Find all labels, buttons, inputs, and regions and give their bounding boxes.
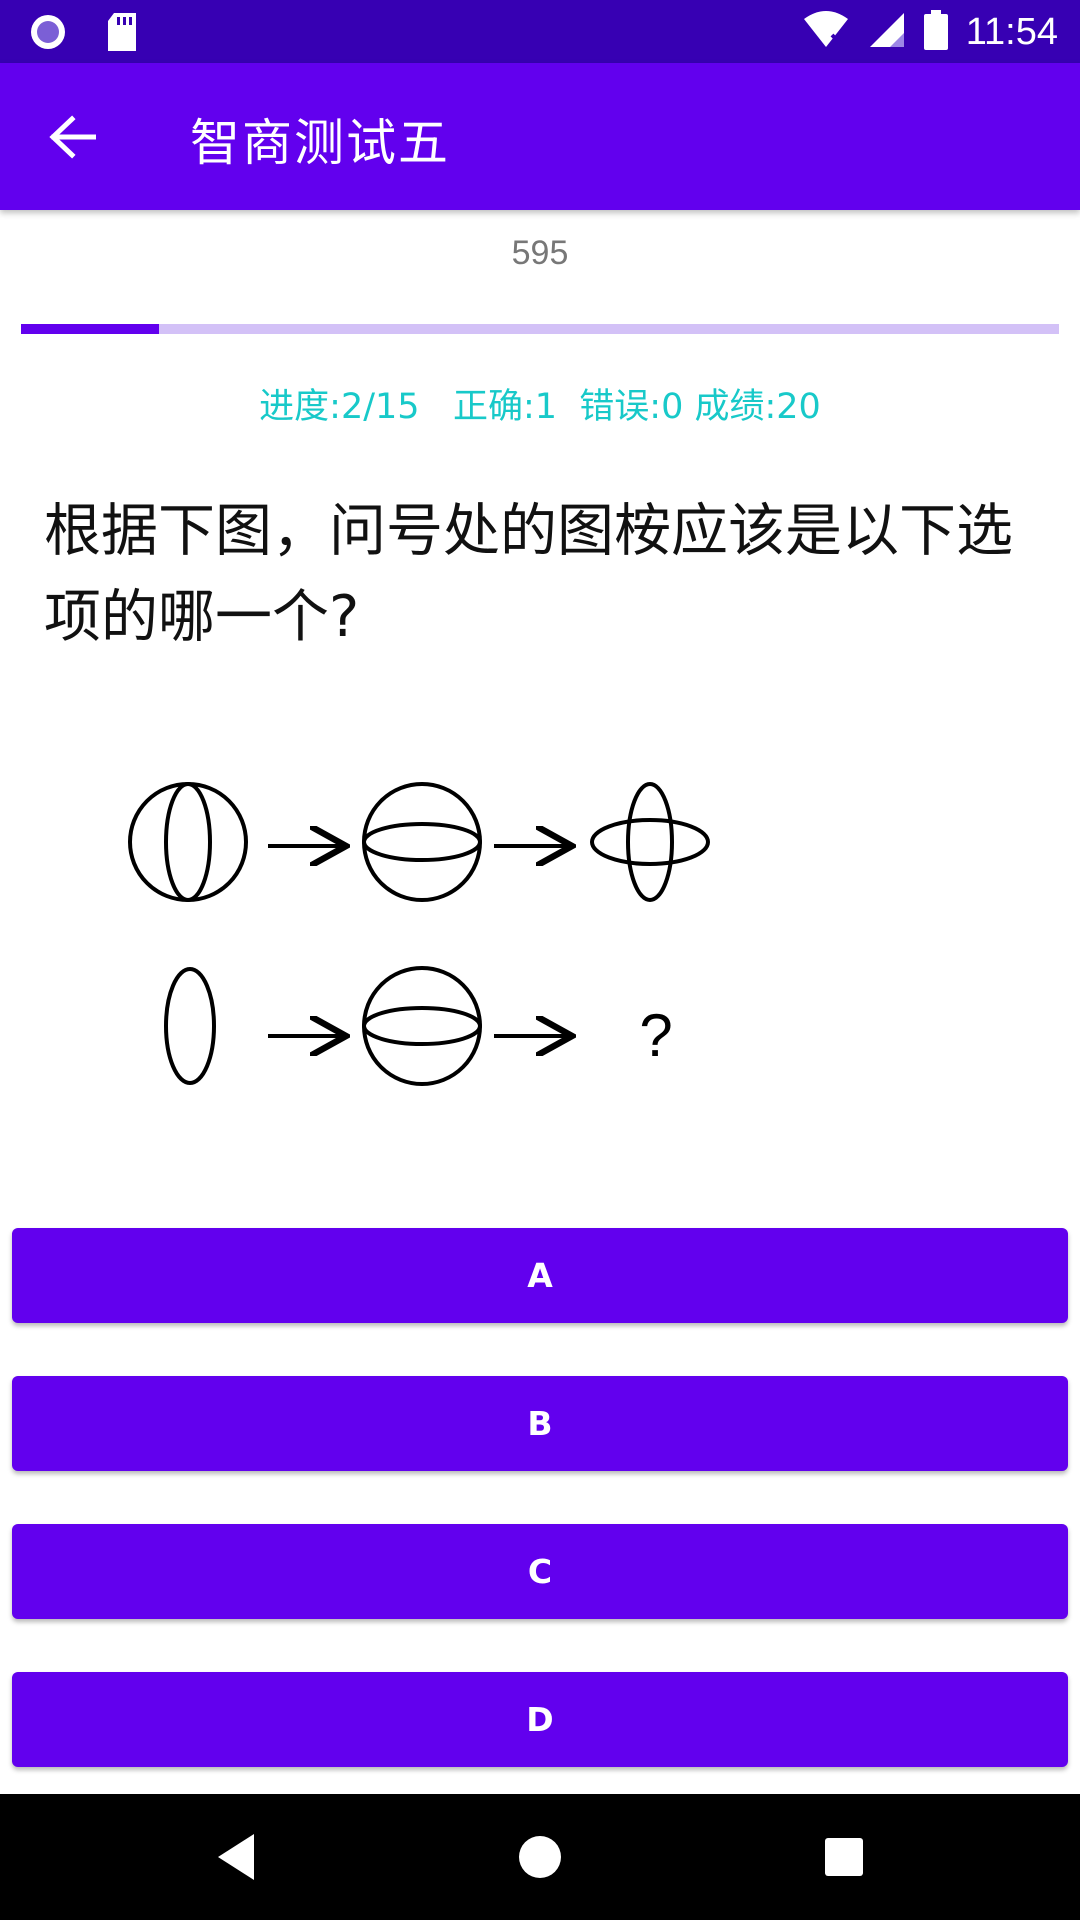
- nav-recents-button[interactable]: [814, 1829, 874, 1889]
- wifi-icon: [802, 11, 850, 53]
- answer-button-d[interactable]: D: [12, 1672, 1068, 1767]
- home-circle-icon: [517, 1834, 563, 1884]
- clock: 11:54: [965, 11, 1058, 53]
- sphere-horizontal-ellipse-icon: [362, 782, 482, 902]
- app-bar: 智商测试五: [0, 63, 1080, 210]
- answer-list: A B C D: [12, 1228, 1068, 1820]
- signal-icon: [868, 11, 906, 53]
- stats-line: 进度:2/15 正确:1 错误:0 成绩:20: [0, 378, 1080, 429]
- score-label: 成绩:20: [694, 387, 821, 427]
- nav-back-button[interactable]: [206, 1829, 266, 1889]
- nav-home-button[interactable]: [510, 1829, 570, 1889]
- record-icon: [28, 12, 68, 56]
- answer-button-b[interactable]: B: [12, 1376, 1068, 1471]
- question-figure: ?: [110, 760, 750, 1100]
- vertical-ellipse-icon: [164, 967, 216, 1085]
- status-bar: 11:54: [0, 0, 1080, 63]
- back-button[interactable]: [40, 107, 104, 171]
- puzzle-diagram: ?: [128, 782, 710, 1086]
- progress-label: 进度:2/15: [259, 387, 420, 427]
- recents-square-icon: [824, 1837, 864, 1881]
- arrow-left-icon: [48, 115, 97, 163]
- wrong-label: 错误:0: [579, 387, 684, 427]
- crossed-ellipses-icon: [590, 782, 710, 902]
- page-title: 智商测试五: [190, 114, 450, 172]
- navigation-bar: [0, 1794, 1080, 1920]
- answer-button-a[interactable]: A: [12, 1228, 1068, 1323]
- question-text: 根据下图，问号处的图桉应该是以下选项的哪一个?: [44, 498, 1013, 650]
- correct-label: 正确:1: [452, 387, 558, 427]
- figure-question-mark: ?: [639, 1002, 672, 1069]
- countdown-timer: 595: [511, 234, 569, 272]
- sphere-vertical-ellipse-icon: [128, 782, 248, 902]
- back-triangle-icon: [214, 1832, 258, 1886]
- progress-bar: [21, 324, 1059, 334]
- sd-card-icon: [106, 13, 138, 55]
- answer-button-c[interactable]: C: [12, 1524, 1068, 1619]
- battery-icon: [923, 10, 948, 54]
- sphere-horizontal-ellipse-icon: [362, 966, 482, 1086]
- progress-fill: [21, 324, 160, 334]
